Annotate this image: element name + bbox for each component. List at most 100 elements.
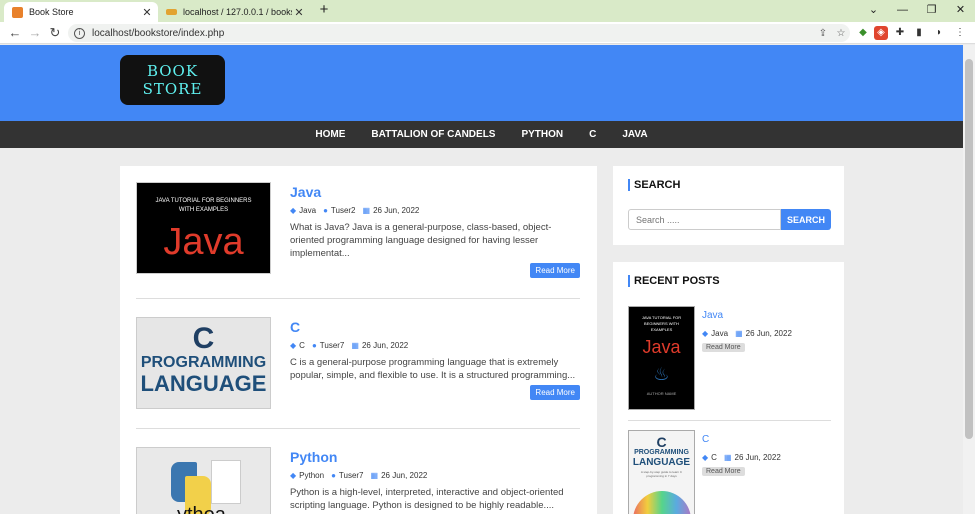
menu-icon[interactable]: ⋮ <box>953 26 967 40</box>
page-viewport: BOOK STORE HOME BATTALION OF CANDELS PYT… <box>0 45 963 514</box>
close-tab-icon[interactable]: ✕ <box>292 6 306 19</box>
search-input[interactable] <box>628 209 781 230</box>
minimize-icon[interactable]: — <box>888 0 917 22</box>
calendar-icon: ▦ <box>370 471 379 480</box>
forward-icon[interactable]: → <box>26 24 44 42</box>
extension-icon[interactable]: ◆ <box>856 26 870 40</box>
post-thumbnail[interactable]: ythoa <box>136 447 271 514</box>
tab-book-store[interactable]: Book Store ✕ <box>4 2 158 22</box>
swirl-art <box>633 491 691 514</box>
close-tab-icon[interactable]: ✕ <box>140 6 154 19</box>
calendar-icon: ▦ <box>351 341 359 350</box>
back-icon[interactable]: ← <box>6 24 24 42</box>
post-date: 26 Jun, 2022 <box>361 341 409 350</box>
post-body: Java ◆ Java ● Tuser2 ▦ 26 Jun, 2022 What is… <box>290 182 580 260</box>
recent-post-title[interactable]: C <box>702 434 832 445</box>
thumb-line-2: LANGUAGE <box>140 371 267 396</box>
recent-post-category[interactable]: Java <box>711 329 728 338</box>
puzzle-icon[interactable]: ✚ <box>893 26 907 40</box>
post-card: C PROGRAMMING LANGUAGE C ◆ C ● Tuser7 ▦ 26 … <box>136 317 580 417</box>
calendar-icon: ▦ <box>362 206 371 215</box>
post-thumbnail[interactable]: C PROGRAMMING LANGUAGE <box>136 317 271 409</box>
scrollbar-thumb[interactable] <box>965 59 973 439</box>
search-widget: SEARCH SEARCH <box>613 166 844 245</box>
share-icon[interactable]: ⇪ <box>814 28 832 39</box>
thumb-caption: JAVA TUTORIAL FOR BEGINNERS WITH EXAMPLE… <box>641 315 682 332</box>
post-category[interactable]: Java <box>299 206 316 215</box>
search-button[interactable]: SEARCH <box>781 209 831 230</box>
star-icon[interactable]: ☆ <box>832 28 850 39</box>
tag-icon: ◆ <box>290 206 297 215</box>
recent-post-meta: ◆ C ▦ 26 Jun, 2022 <box>702 453 832 462</box>
thumb-sub: A step-by-step guide to learn C programm… <box>640 470 683 478</box>
url-text: localhost/bookstore/index.php <box>92 27 225 39</box>
tag-icon: ◆ <box>702 453 709 462</box>
recent-post-category[interactable]: C <box>711 453 717 462</box>
nav-java[interactable]: JAVA <box>622 129 647 140</box>
tab-search-icon[interactable]: ⌄ <box>859 0 888 22</box>
post-author: Tuser2 <box>330 206 356 215</box>
reload-icon[interactable]: ↻ <box>46 24 64 42</box>
thumb-letter: C <box>656 434 667 450</box>
page-scrollbar[interactable] <box>963 45 975 514</box>
recent-post-meta: ◆ Java ▦ 26 Jun, 2022 <box>702 329 832 338</box>
thumb-word: ythoa <box>177 504 226 514</box>
recent-post-title[interactable]: Java <box>702 310 832 321</box>
close-window-icon[interactable]: ✕ <box>946 0 975 22</box>
brave-shield-icon[interactable]: ◈ <box>874 26 888 40</box>
read-more-button[interactable]: Read More <box>702 343 745 352</box>
read-more-button[interactable]: Read More <box>530 385 580 400</box>
post-category[interactable]: C <box>299 341 305 350</box>
post-author: Tuser7 <box>338 471 364 480</box>
post-meta: ◆ C ● Tuser7 ▦ 26 Jun, 2022 <box>290 341 580 350</box>
read-more-button[interactable]: Read More <box>702 467 745 476</box>
tab-phpmyadmin[interactable]: localhost / 127.0.0.1 / bookstore ✕ <box>160 2 310 22</box>
site-logo[interactable]: BOOK STORE <box>120 55 225 105</box>
tag-icon: ◆ <box>290 341 297 350</box>
media-icon[interactable]: ◗ <box>932 26 946 40</box>
site-header: BOOK STORE <box>0 45 963 121</box>
user-icon: ● <box>311 341 317 350</box>
thumb-letter: C <box>192 322 215 355</box>
restore-icon[interactable]: ❐ <box>917 0 946 22</box>
post-divider <box>136 298 580 299</box>
search-widget-title: SEARCH <box>628 179 680 191</box>
tab-title: Book Store <box>29 7 74 17</box>
url-field[interactable]: i localhost/bookstore/index.php ⇪ ☆ <box>68 24 850 42</box>
browser-tab-bar: Book Store ✕ localhost / 127.0.0.1 / boo… <box>0 0 975 22</box>
recent-post-date: 26 Jun, 2022 <box>745 329 792 338</box>
post-thumbnail[interactable]: JAVA TUTORIAL FOR BEGINNERS WITH EXAMPLE… <box>136 182 271 274</box>
post-title[interactable]: C <box>290 319 580 335</box>
nav-home[interactable]: HOME <box>315 129 345 140</box>
thumb-caption: JAVA TUTORIAL FOR BEGINNERS WITH EXAMPLE… <box>155 198 252 213</box>
main-nav: HOME BATTALION OF CANDELS PYTHON C JAVA <box>0 121 963 148</box>
thumb-author: AUTHOR NAME <box>646 391 677 396</box>
post-excerpt: What is Java? Java is a general-purpose,… <box>290 222 552 259</box>
nav-c[interactable]: C <box>589 129 596 140</box>
post-author: Tuser7 <box>319 341 345 350</box>
new-tab-button[interactable]: + <box>316 2 332 18</box>
coffee-cup-icon: ♨ <box>653 364 670 384</box>
post-category[interactable]: Python <box>299 471 324 480</box>
post-date: 26 Jun, 2022 <box>373 206 420 215</box>
post-meta: ◆ Python ● Tuser7 ▦ 26 Jun, 2022 <box>290 471 580 480</box>
post-divider <box>136 428 580 429</box>
recent-post-body: C ◆ C ▦ 26 Jun, 2022 Read More <box>702 434 832 476</box>
address-bar: ← → ↻ i localhost/bookstore/index.php ⇪ … <box>0 22 975 44</box>
post-body: C ◆ C ● Tuser7 ▦ 26 Jun, 2022 C is a genera… <box>290 317 580 382</box>
post-title[interactable]: Java <box>290 184 580 200</box>
nav-python[interactable]: PYTHON <box>521 129 563 140</box>
thumb-line-1: PROGRAMMING <box>140 354 267 371</box>
read-more-button[interactable]: Read More <box>530 263 580 278</box>
recent-divider <box>628 420 831 421</box>
info-icon[interactable]: i <box>74 27 85 39</box>
recent-post-thumbnail[interactable]: C PROGRAMMING LANGUAGE A step-by-step gu… <box>628 430 695 514</box>
sidepanel-icon[interactable]: ▮ <box>912 26 926 40</box>
logo-line-1: BOOK <box>146 62 199 80</box>
recent-post-thumbnail[interactable]: JAVA TUTORIAL FOR BEGINNERS WITH EXAMPLE… <box>628 306 695 410</box>
post-title[interactable]: Python <box>290 449 580 465</box>
nav-battalion-of-candels[interactable]: BATTALION OF CANDELS <box>371 129 495 140</box>
post-excerpt: Python is a high-level, interpreted, int… <box>290 487 564 511</box>
post-meta: ◆ Java ● Tuser2 ▦ 26 Jun, 2022 <box>290 206 580 215</box>
calendar-icon: ▦ <box>735 329 743 338</box>
